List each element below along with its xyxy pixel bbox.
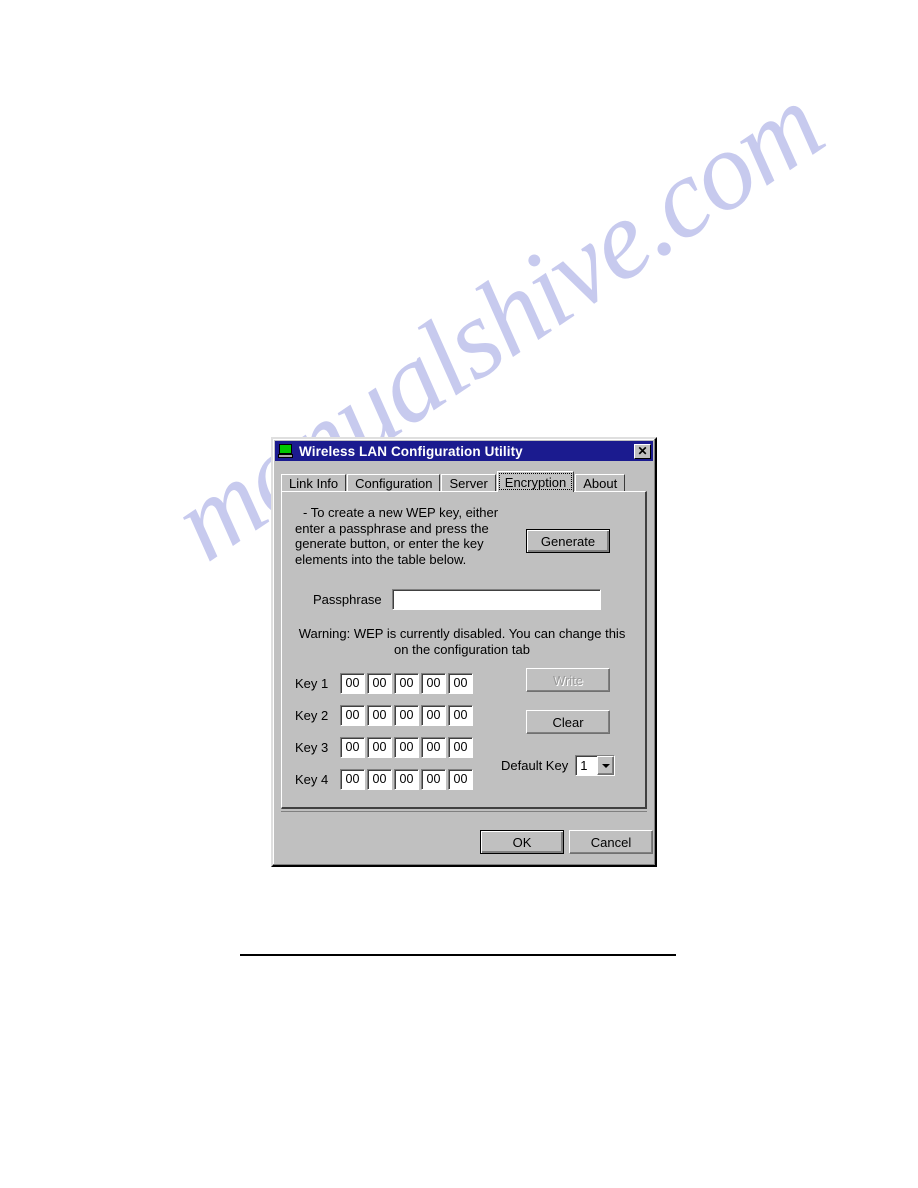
- instructions-text: - To create a new WEP key, either enter …: [295, 505, 499, 567]
- key-octet-input[interactable]: 00: [340, 736, 365, 758]
- tab-configuration[interactable]: Configuration: [347, 474, 441, 492]
- key-label: Key 3: [295, 739, 329, 755]
- passphrase-label: Passphrase: [313, 592, 382, 607]
- wireless-lan-configuration-dialog: Wireless LAN Configuration Utility ✕ Lin…: [271, 437, 657, 867]
- key-octet-input[interactable]: 00: [394, 736, 419, 758]
- key-octet-input[interactable]: 00: [367, 768, 392, 790]
- chevron-down-icon[interactable]: [597, 756, 615, 775]
- instructions-line: - To create a new WEP key, either: [303, 505, 499, 520]
- tab-link-info[interactable]: Link Info: [281, 474, 347, 492]
- default-key-label: Default Key: [501, 758, 569, 773]
- key-row: Key 4 00 00 00 00 00: [295, 763, 475, 795]
- key-row: Key 3 00 00 00 00 00: [295, 731, 475, 763]
- wep-key-table: Key 1 00 00 00 00 00 Key 2 00 00 00 00 0…: [295, 667, 475, 795]
- warning-line: on the configuration tab: [394, 642, 530, 657]
- default-key-row: Default Key 1: [501, 755, 616, 776]
- key-octet-input[interactable]: 00: [421, 736, 446, 758]
- key-label: Key 2: [295, 707, 329, 723]
- key-octet-input[interactable]: 00: [367, 704, 392, 726]
- key-octet-input[interactable]: 00: [394, 768, 419, 790]
- footer-separator: [281, 811, 647, 812]
- tab-encryption[interactable]: Encryption: [496, 471, 575, 492]
- key-octet-input[interactable]: 00: [394, 672, 419, 694]
- key-row: Key 1 00 00 00 00 00: [295, 667, 475, 699]
- computer-monitor-icon: [278, 444, 294, 458]
- close-icon[interactable]: ✕: [634, 443, 651, 459]
- key-octet-input[interactable]: 00: [448, 768, 473, 790]
- key-octet-input[interactable]: 00: [421, 704, 446, 726]
- tab-about[interactable]: About: [575, 474, 626, 492]
- key-octet-input[interactable]: 00: [394, 704, 419, 726]
- key-octet-input[interactable]: 00: [448, 736, 473, 758]
- key-label: Key 4: [295, 771, 329, 787]
- tab-server[interactable]: Server: [441, 474, 496, 492]
- write-button[interactable]: Write: [526, 668, 610, 692]
- passphrase-input[interactable]: [391, 589, 601, 610]
- key-octet-input[interactable]: 00: [448, 704, 473, 726]
- instructions-line: elements into the table below.: [295, 551, 467, 567]
- title-bar: Wireless LAN Configuration Utility ✕: [275, 441, 653, 461]
- clear-button[interactable]: Clear: [526, 710, 610, 734]
- key-octet-input[interactable]: 00: [421, 768, 446, 790]
- generate-button[interactable]: Generate: [526, 529, 610, 553]
- key-octet-input[interactable]: 00: [421, 672, 446, 694]
- key-label: Key 1: [295, 675, 329, 691]
- ok-button[interactable]: OK: [480, 830, 564, 854]
- key-row: Key 2 00 00 00 00 00: [295, 699, 475, 731]
- default-key-value: 1: [580, 758, 588, 773]
- key-octet-input[interactable]: 00: [367, 672, 392, 694]
- key-octet-input[interactable]: 00: [367, 736, 392, 758]
- key-octet-input[interactable]: 00: [340, 672, 365, 694]
- warning-line: Warning: WEP is currently disabled. You …: [298, 626, 626, 641]
- instructions-line: generate button, or enter the key: [295, 536, 484, 551]
- key-octet-input[interactable]: 00: [340, 768, 365, 790]
- cancel-button[interactable]: Cancel: [569, 830, 653, 854]
- window-title: Wireless LAN Configuration Utility: [299, 443, 523, 459]
- instructions-line: enter a passphrase and press the: [295, 520, 489, 536]
- key-octet-input[interactable]: 00: [340, 704, 365, 726]
- page-horizontal-rule: [240, 954, 676, 956]
- key-octet-input[interactable]: 00: [448, 672, 473, 694]
- tab-strip: Link Info Configuration Server Encryptio…: [281, 471, 626, 492]
- default-key-select[interactable]: 1: [575, 755, 616, 776]
- wep-disabled-warning: Warning: WEP is currently disabled. You …: [287, 626, 637, 658]
- passphrase-row: Passphrase: [313, 589, 601, 610]
